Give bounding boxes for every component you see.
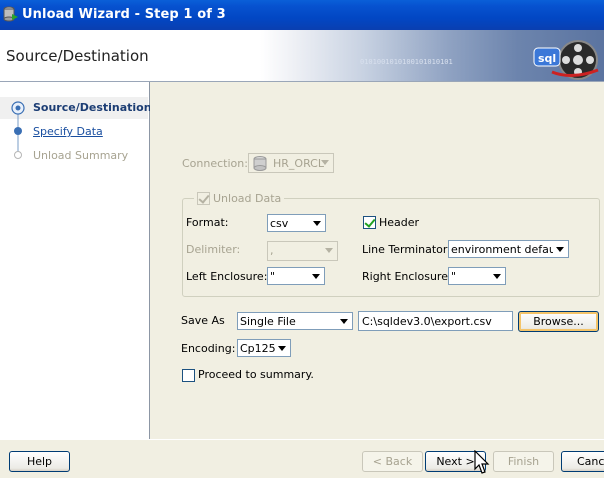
save-as-select[interactable]: Single File	[237, 312, 353, 330]
chevron-down-icon	[490, 269, 504, 283]
encoding-select[interactable]: Cp1252	[237, 339, 291, 357]
button-bar: Help < Back Next > Finish Cancel	[0, 439, 604, 478]
connection-label: Connection:	[182, 157, 248, 170]
header-label: Header	[379, 216, 420, 229]
unload-data-label: Unload Data	[213, 192, 282, 205]
mouse-cursor-icon	[474, 450, 490, 474]
line-terminator-label: Line Terminator:	[362, 243, 451, 256]
database-wizard-icon	[3, 6, 18, 22]
delimiter-label: Delimiter:	[186, 243, 241, 256]
header-checkbox[interactable]	[363, 216, 376, 229]
connection-select: HR_ORCL	[248, 153, 334, 173]
save-as-label: Save As	[181, 314, 225, 327]
left-enclosure-label: Left Enclosure:	[186, 270, 268, 283]
right-enclosure-select[interactable]: "	[448, 267, 506, 285]
svg-text:sql: sql	[538, 52, 556, 65]
chevron-down-icon	[309, 269, 323, 283]
step-icon	[14, 127, 22, 135]
encoding-label: Encoding:	[181, 342, 236, 355]
proceed-to-summary-checkbox[interactable]	[182, 369, 195, 382]
chevron-down-icon	[318, 155, 332, 169]
title-bar[interactable]: Unload Wizard - Step 1 of 3	[0, 0, 604, 30]
page-title: Source/Destination	[6, 47, 149, 65]
disabled-step-icon	[14, 151, 22, 159]
line-terminator-select[interactable]: environment default	[448, 240, 569, 258]
banner-binary-text: 0101001010100101010101	[360, 58, 453, 66]
chevron-down-icon	[322, 243, 336, 257]
chevron-down-icon	[310, 216, 324, 230]
sql-film-reel-logo: sql	[533, 40, 599, 80]
finish-button: Finish	[493, 451, 554, 472]
format-select[interactable]: csv	[267, 214, 326, 232]
right-enclosure-label: Right Enclosure:	[362, 270, 452, 283]
cancel-button[interactable]: Cancel	[561, 451, 604, 472]
chevron-down-icon	[275, 341, 289, 355]
chevron-down-icon	[553, 242, 567, 256]
format-label: Format:	[186, 216, 229, 229]
database-icon	[253, 156, 267, 171]
help-button[interactable]: Help	[9, 451, 70, 472]
file-path-input[interactable]: C:\sqldev3.0\export.csv	[358, 311, 513, 331]
wizard-header: Source/Destination 010100101010010101010…	[0, 30, 604, 82]
window-title: Unload Wizard - Step 1 of 3	[22, 7, 226, 22]
step-source-destination[interactable]: Source/Destination	[33, 101, 152, 114]
steps-track	[11, 101, 25, 159]
step-unload-summary: Unload Summary	[33, 149, 129, 162]
unload-data-checkbox	[197, 192, 210, 205]
proceed-to-summary-label: Proceed to summary.	[198, 368, 314, 381]
back-button: < Back	[362, 451, 423, 472]
chevron-down-icon	[337, 314, 351, 328]
wizard-steps-panel: Source/Destination Specify Data Unload S…	[0, 82, 152, 439]
main-panel: Connection: HR_ORCL Unload Data Format: …	[150, 82, 604, 439]
browse-button[interactable]: Browse...	[518, 311, 599, 332]
delimiter-select: ,	[267, 241, 338, 261]
left-enclosure-select[interactable]: "	[267, 267, 325, 285]
step-specify-data[interactable]: Specify Data	[33, 125, 103, 138]
